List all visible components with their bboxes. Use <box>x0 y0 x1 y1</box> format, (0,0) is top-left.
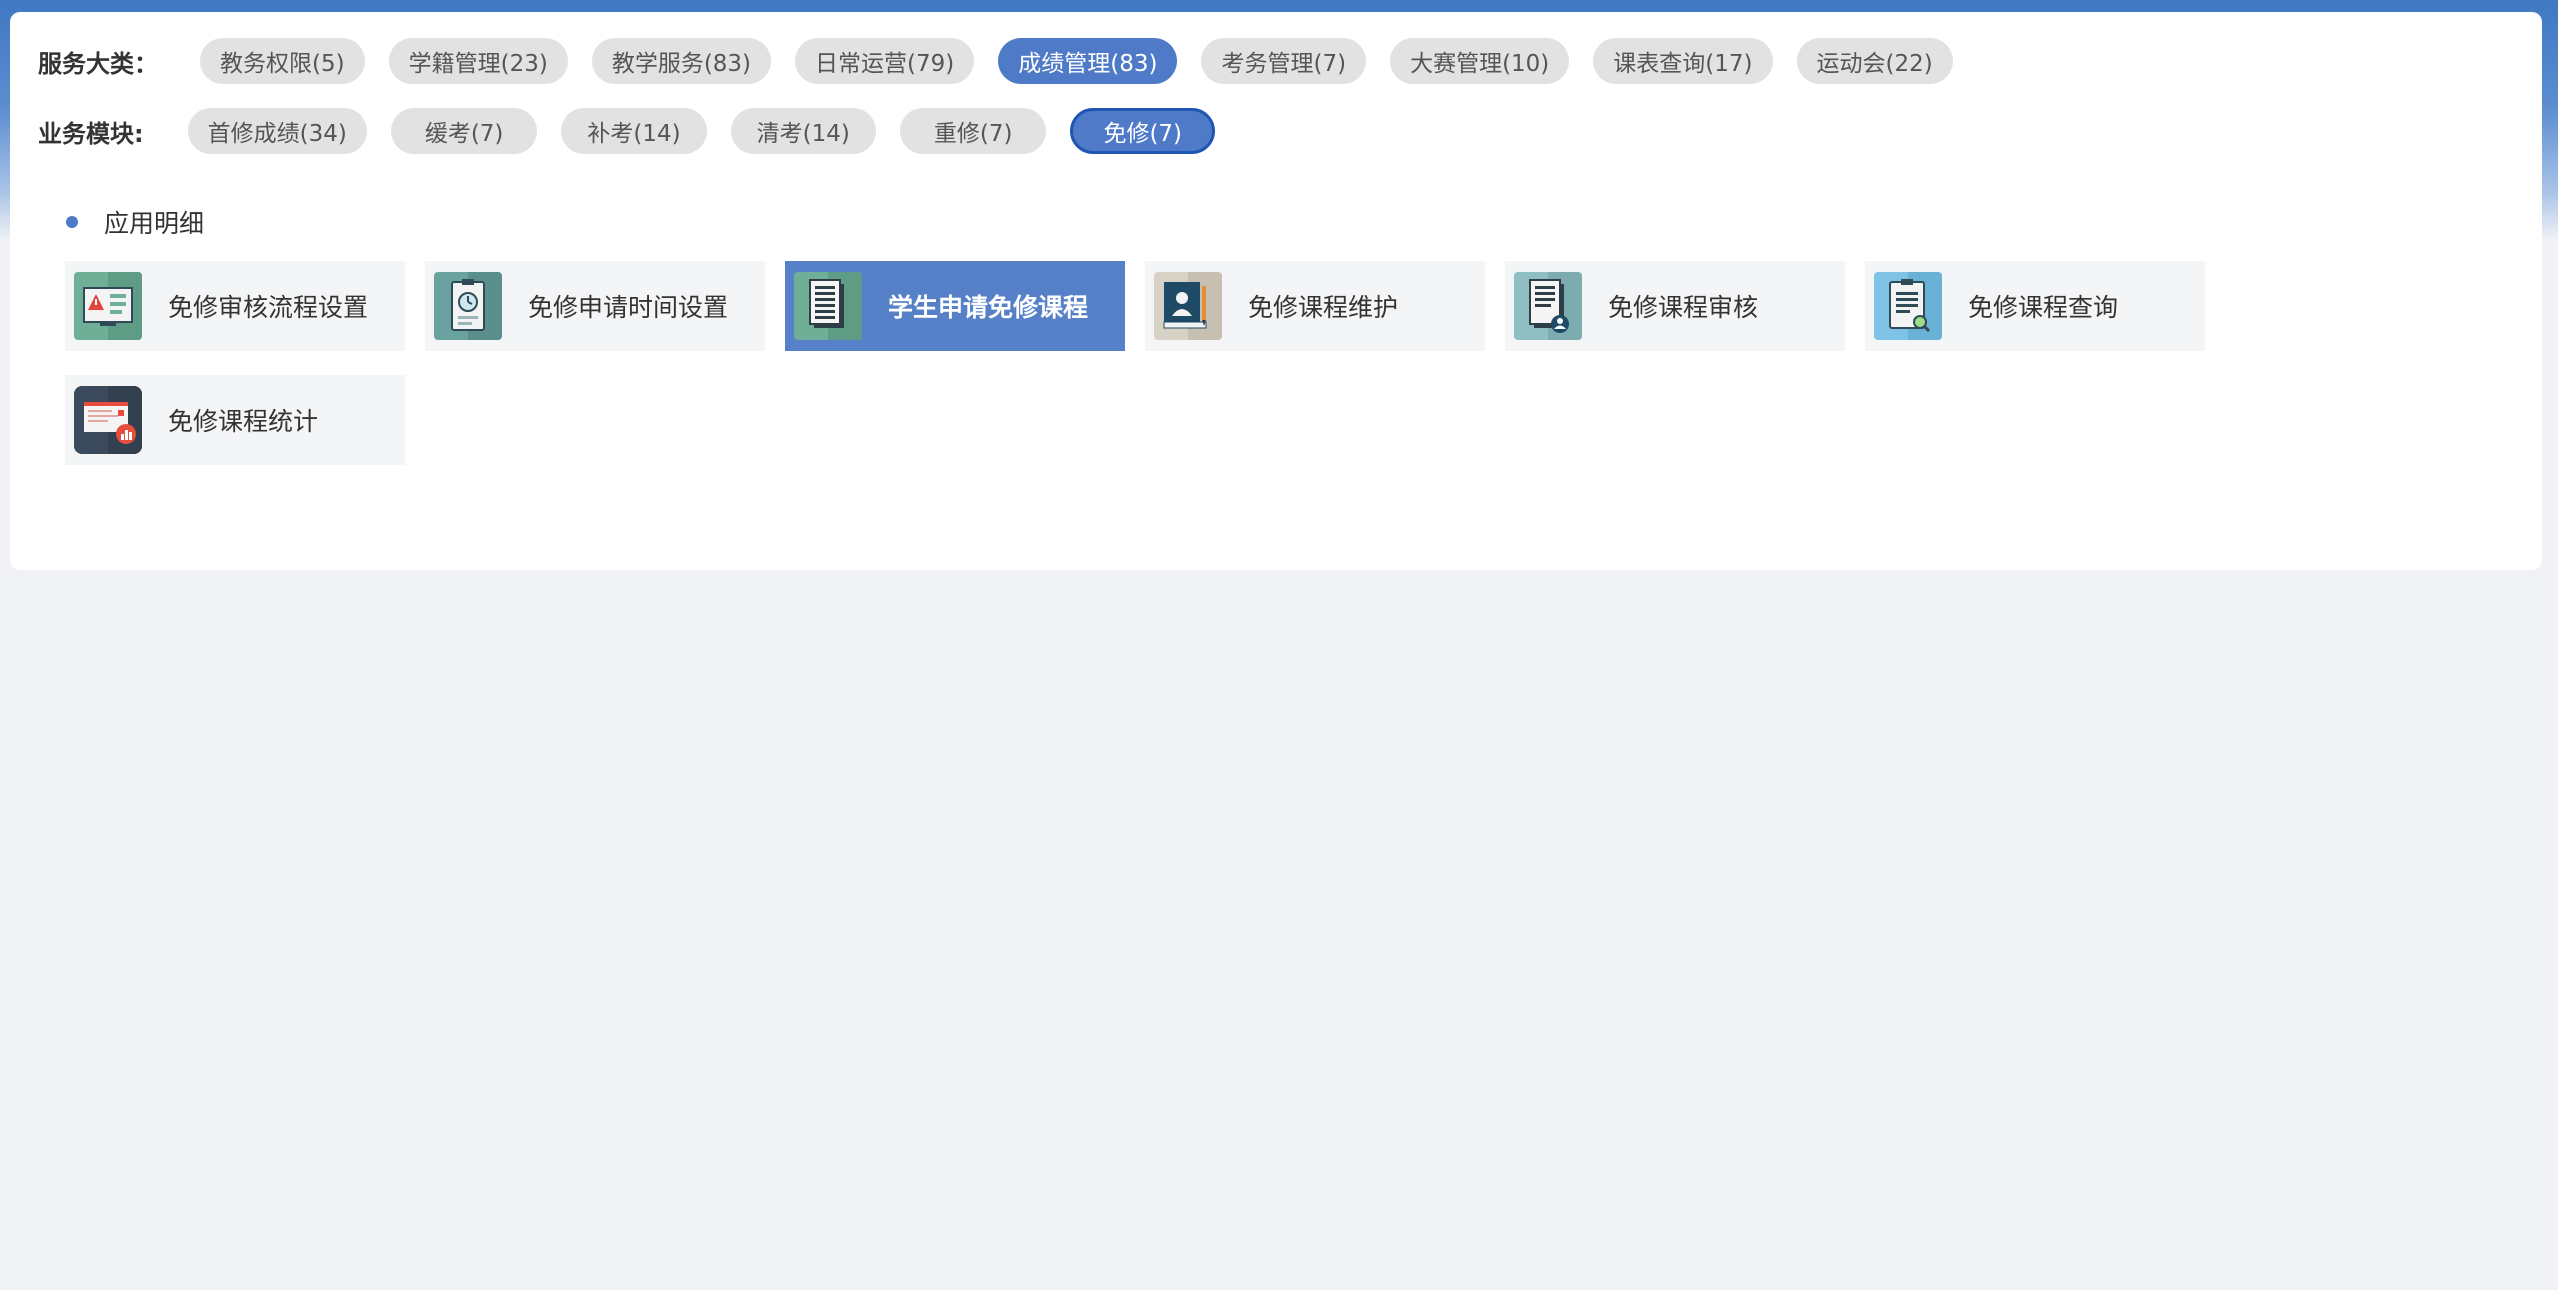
module-pill-retake[interactable]: 重修(7) <box>899 108 1047 154</box>
category-pill-daily-operations[interactable]: 日常运营(79) <box>795 38 975 84</box>
app-tile-student-apply-exemption[interactable]: 学生申请免修课程 <box>785 261 1125 351</box>
id-card-maintenance-icon <box>1154 272 1222 340</box>
app-tile-exemption-course-query[interactable]: 免修课程查询 <box>1865 261 2205 351</box>
category-pill-student-status[interactable]: 学籍管理(23) <box>388 38 568 84</box>
workflow-settings-icon <box>74 272 142 340</box>
category-pill-exam-affairs[interactable]: 考务管理(7) <box>1201 38 1367 84</box>
app-tile-label: 免修课程统计 <box>168 407 319 436</box>
app-tile-label: 学生申请免修课程 <box>888 293 1089 322</box>
category-pill-timetable[interactable]: 课表查询(17) <box>1593 38 1773 84</box>
service-category-row: 服务大类： 教务权限(5) 学籍管理(23) 教学服务(83) 日常运营(79)… <box>38 38 1977 84</box>
module-pill-first-grades[interactable]: 首修成绩(34) <box>187 108 367 154</box>
section-header: 应用明细 <box>66 204 204 240</box>
module-pill-makeup-exam[interactable]: 补考(14) <box>561 108 707 154</box>
app-tile-label: 免修课程查询 <box>1968 293 2119 322</box>
document-list-icon <box>794 272 862 340</box>
clipboard-search-icon <box>1874 272 1942 340</box>
business-module-row: 业务模块: 首修成绩(34) 缓考(7) 补考(14) 清考(14) 重修(7)… <box>38 108 1239 154</box>
section-bullet-icon <box>66 216 78 228</box>
app-tile-label: 免修审核流程设置 <box>168 293 369 322</box>
app-tile-exemption-course-review[interactable]: 免修课程审核 <box>1505 261 1845 351</box>
category-pill-sports-meet[interactable]: 运动会(22) <box>1796 38 1953 84</box>
service-category-label: 服务大类： <box>38 49 158 78</box>
category-pill-competition[interactable]: 大赛管理(10) <box>1390 38 1570 84</box>
category-pill-teaching-services[interactable]: 教学服务(83) <box>591 38 772 84</box>
app-tile-exemption-workflow-settings[interactable]: 免修审核流程设置 <box>65 261 405 351</box>
app-tile-label: 免修课程维护 <box>1248 293 1399 322</box>
module-pill-clearance-exam[interactable]: 清考(14) <box>730 108 876 154</box>
app-tile-exemption-application-time-settings[interactable]: 免修申请时间设置 <box>425 261 765 351</box>
section-title: 应用明细 <box>104 209 205 238</box>
category-pill-grade-management[interactable]: 成绩管理(83) <box>998 38 1178 84</box>
module-pill-deferred-exam[interactable]: 缓考(7) <box>390 108 538 154</box>
module-pill-exemption[interactable]: 免修(7) <box>1070 108 1216 154</box>
business-module-label: 业务模块: <box>38 119 144 148</box>
category-pill-academic-permissions[interactable]: 教务权限(5) <box>200 38 365 84</box>
app-tile-exemption-course-statistics[interactable]: 免修课程统计 <box>65 375 405 465</box>
main-panel: 服务大类： 教务权限(5) 学籍管理(23) 教学服务(83) 日常运营(79)… <box>10 12 2542 570</box>
document-user-icon <box>1514 272 1582 340</box>
app-tile-exemption-course-maintenance[interactable]: 免修课程维护 <box>1145 261 1485 351</box>
statistics-report-icon <box>74 386 142 454</box>
app-tile-label: 免修申请时间设置 <box>528 293 729 322</box>
app-tile-label: 免修课程审核 <box>1608 293 1759 322</box>
clipboard-clock-icon <box>434 272 502 340</box>
